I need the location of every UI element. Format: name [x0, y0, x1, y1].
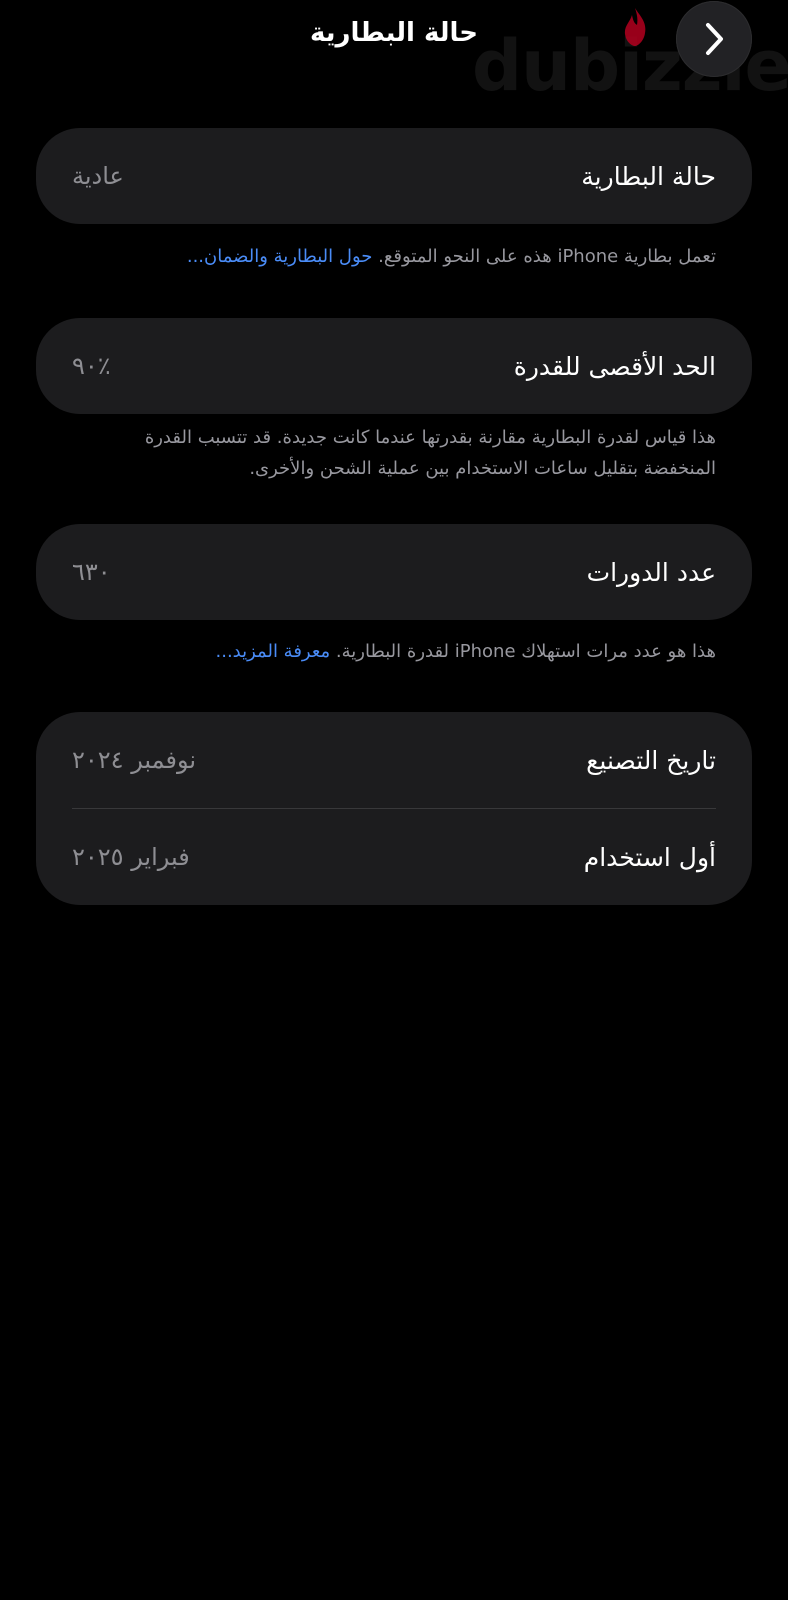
- maximum-capacity-value: ٪٩٠: [72, 352, 111, 380]
- battery-status-note-text: تعمل بطارية iPhone هذه على النحو المتوقع…: [378, 246, 716, 267]
- first-use-row: أول استخدام فبراير ٢٠٢٥: [36, 809, 752, 905]
- cycle-count-label: عدد الدورات: [586, 557, 716, 587]
- back-button[interactable]: [676, 1, 752, 77]
- cycle-count-note: هذا هو عدد مرات استهلاك iPhone لقدرة الب…: [72, 636, 717, 667]
- maximum-capacity-row: الحد الأقصى للقدرة ٪٩٠: [36, 318, 752, 414]
- maximum-capacity-card: الحد الأقصى للقدرة ٪٩٠: [36, 318, 752, 414]
- first-use-value: فبراير ٢٠٢٥: [72, 843, 190, 871]
- maximum-capacity-note: هذا قياس لقدرة البطارية مقارنة بقدرتها ع…: [144, 427, 716, 479]
- first-use-label: أول استخدام: [583, 842, 716, 872]
- page-title: حالة البطارية: [310, 18, 478, 48]
- manufacture-date-value: نوفمبر ٢٠٢٤: [72, 746, 197, 774]
- cycle-count-card: عدد الدورات ٦٣٠: [36, 524, 752, 620]
- battery-status-note: تعمل بطارية iPhone هذه على النحو المتوقع…: [72, 241, 716, 272]
- learn-more-link[interactable]: معرفة المزيد...: [216, 641, 331, 662]
- maximum-capacity-label: الحد الأقصى للقدرة: [513, 351, 716, 381]
- cycle-count-value: ٦٣٠: [72, 558, 111, 586]
- battery-status-value: عادية: [72, 162, 124, 190]
- battery-status-row: حالة البطارية عادية: [36, 128, 752, 224]
- manufacture-date-row: تاريخ التصنيع نوفمبر ٢٠٢٤: [36, 712, 752, 808]
- battery-warranty-link[interactable]: حول البطارية والضمان...: [187, 246, 373, 267]
- cycle-count-row: عدد الدورات ٦٣٠: [36, 524, 752, 620]
- chevron-icon: [706, 23, 723, 55]
- battery-status-card: حالة البطارية عادية: [36, 128, 752, 224]
- battery-status-label: حالة البطارية: [581, 161, 716, 191]
- dates-card: تاريخ التصنيع نوفمبر ٢٠٢٤ أول استخدام فب…: [36, 712, 752, 905]
- navigation-bar: dubizzle حالة البطارية: [0, 0, 788, 106]
- manufacture-date-label: تاريخ التصنيع: [586, 745, 716, 775]
- cycle-count-note-text: هذا هو عدد مرات استهلاك iPhone لقدرة الب…: [335, 641, 716, 662]
